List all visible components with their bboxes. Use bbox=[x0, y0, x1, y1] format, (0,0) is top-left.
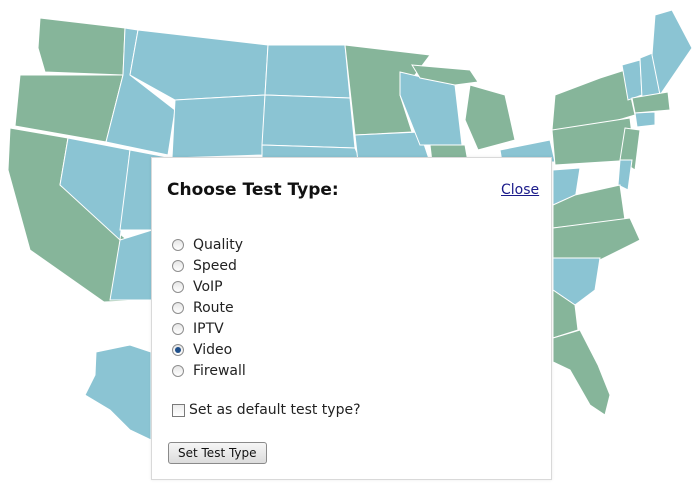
option-video[interactable]: Video bbox=[172, 339, 246, 360]
state-north-dakota[interactable] bbox=[264, 44, 351, 99]
option-firewall[interactable]: Firewall bbox=[172, 360, 246, 381]
option-quality[interactable]: Quality bbox=[172, 234, 246, 255]
state-maine[interactable] bbox=[651, 9, 693, 97]
state-washington[interactable] bbox=[37, 17, 126, 76]
radio-firewall[interactable] bbox=[172, 364, 184, 377]
option-voip[interactable]: VoIP bbox=[172, 276, 246, 297]
option-label: Route bbox=[193, 299, 234, 316]
radio-speed[interactable] bbox=[172, 259, 184, 272]
option-label: Quality bbox=[193, 236, 244, 253]
option-label: VoIP bbox=[193, 278, 223, 295]
state-alaska[interactable] bbox=[84, 344, 152, 441]
state-michigan[interactable] bbox=[464, 84, 516, 151]
radio-video[interactable] bbox=[172, 343, 184, 356]
test-type-options: Quality Speed VoIP Route IPTV Video Fire… bbox=[172, 234, 246, 381]
option-iptv[interactable]: IPTV bbox=[172, 318, 246, 339]
radio-iptv[interactable] bbox=[172, 322, 184, 335]
set-test-type-button[interactable]: Set Test Type bbox=[168, 442, 267, 464]
option-label: Firewall bbox=[193, 362, 246, 379]
state-florida[interactable] bbox=[552, 329, 611, 416]
state-wyoming[interactable] bbox=[171, 94, 266, 159]
choose-test-type-dialog: Choose Test Type: Close Quality Speed Vo… bbox=[151, 157, 552, 480]
option-label: Speed bbox=[193, 257, 237, 274]
option-speed[interactable]: Speed bbox=[172, 255, 246, 276]
radio-route[interactable] bbox=[172, 301, 184, 314]
close-link[interactable]: Close bbox=[501, 182, 539, 198]
default-label: Set as default test type? bbox=[189, 402, 361, 418]
state-south-dakota[interactable] bbox=[261, 94, 356, 149]
state-montana[interactable] bbox=[129, 29, 269, 101]
radio-quality[interactable] bbox=[172, 238, 184, 251]
dialog-title: Choose Test Type: bbox=[167, 180, 339, 200]
option-label: IPTV bbox=[193, 320, 224, 337]
option-route[interactable]: Route bbox=[172, 297, 246, 318]
default-test-type-row[interactable]: Set as default test type? bbox=[172, 402, 361, 418]
default-checkbox[interactable] bbox=[172, 403, 185, 417]
radio-voip[interactable] bbox=[172, 280, 184, 293]
option-label: Video bbox=[193, 341, 233, 358]
state-connecticut[interactable] bbox=[634, 111, 656, 128]
